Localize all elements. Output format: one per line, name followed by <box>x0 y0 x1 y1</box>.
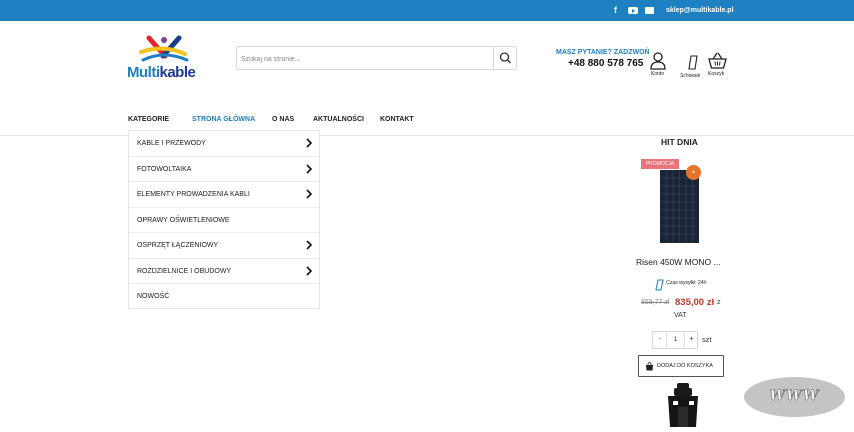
category-item-elementy[interactable]: ELEMENTY PROWADZENIA KABLI <box>129 182 319 208</box>
price-suffix: z <box>717 299 721 306</box>
new-price: 835,00 zł <box>675 297 715 308</box>
quantity-plus-button[interactable]: + <box>684 332 698 348</box>
quantity-stepper: - 1 + <box>652 331 698 349</box>
email-link[interactable]: sklep@multikable.pl <box>666 5 734 16</box>
category-item-kable[interactable]: KABLE I PRZEWODY <box>129 131 319 157</box>
quantity-unit: szt <box>702 335 712 344</box>
product-name[interactable]: Risen 450W MONO ... <box>636 257 721 267</box>
wishlist-button[interactable] <box>687 55 699 75</box>
wishlist-label: Schowek <box>680 73 701 79</box>
nav-about[interactable]: O NAS <box>272 116 294 123</box>
category-label: NOWOŚĆ <box>137 293 170 300</box>
quantity-minus-button[interactable]: - <box>653 332 667 348</box>
nav-categories[interactable]: KATEGORIE <box>128 116 169 123</box>
facebook-icon[interactable]: f <box>614 5 617 16</box>
contact-phone[interactable]: +48 880 578 765 <box>568 58 643 69</box>
chevron-right-icon <box>306 138 313 148</box>
logo-mark <box>139 35 189 62</box>
warranty-badge-icon: ★ <box>686 165 701 180</box>
search-input[interactable] <box>241 51 491 67</box>
category-item-rozdzielnice[interactable]: ROZDZIELNICE I OBUDOWY <box>129 259 319 284</box>
old-price: 859,77 zł <box>641 299 670 306</box>
user-icon <box>650 52 666 70</box>
price-vat: VAT <box>674 312 687 319</box>
category-label: KABLE I PRZEWODY <box>137 140 206 147</box>
search-icon <box>499 52 511 64</box>
category-label: OPRAWY OŚWIETLENIOWE <box>137 216 230 224</box>
nav-contact[interactable]: KONTAKT <box>380 116 414 123</box>
category-label: FOTOWOLTAIKA <box>137 165 192 173</box>
category-item-nowosc[interactable]: NOWOŚĆ <box>129 284 319 310</box>
phone-icon <box>688 55 698 70</box>
www-badge[interactable]: WWW <box>744 377 845 417</box>
site-logo[interactable]: Multikable <box>127 34 207 81</box>
chevron-right-icon <box>306 240 313 250</box>
category-item-oprawy[interactable]: OPRAWY OŚWIETLENIOWE <box>129 208 319 233</box>
hit-dnia-title: HIT DNIA <box>661 137 698 147</box>
shipping-phone-icon <box>655 279 664 291</box>
basket-icon <box>708 52 727 69</box>
chevron-right-icon <box>306 265 313 276</box>
search-box <box>236 46 517 70</box>
logo-wordmark: Multikable <box>127 64 196 81</box>
nav-news[interactable]: AKTUALNOŚCI <box>313 116 364 123</box>
bag-icon <box>646 362 653 371</box>
category-item-osprzet[interactable]: OSPRZĘT ŁĄCZENIOWY <box>129 233 319 259</box>
quantity-input[interactable]: 1 <box>667 332 684 348</box>
category-menu: KABLE I PRZEWODY FOTOWOLTAIKA ELEMENTY P… <box>128 130 320 309</box>
envelope-icon[interactable] <box>645 7 654 14</box>
add-to-cart-button[interactable]: DODAJ DO KOSZYKA <box>638 355 724 377</box>
top-bar: f sklep@multikable.pl <box>0 0 854 21</box>
chevron-right-icon <box>306 163 313 174</box>
category-label: OSPRZĘT ŁĄCZENIOWY <box>137 242 219 249</box>
account-label: Konto <box>651 71 665 77</box>
youtube-icon[interactable] <box>628 7 638 14</box>
chevron-right-icon <box>306 189 313 199</box>
category-label: ROZDZIELNICE I OBUDOWY <box>137 267 232 275</box>
cart-label: Koszyk <box>708 71 725 77</box>
category-label: ELEMENTY PROWADZENIA KABLI <box>137 191 250 198</box>
www-text: WWW <box>769 388 820 405</box>
connector-product-image <box>668 383 698 427</box>
add-to-cart-label: DODAJ DO KOSZYKA <box>657 363 713 369</box>
contact-question: MASZ PYTANIE? ZADZWOŃ <box>556 49 650 56</box>
category-item-fotowoltaika[interactable]: FOTOWOLTAIKA <box>129 157 319 182</box>
solar-panel-image <box>660 170 699 243</box>
product-image[interactable] <box>660 170 699 243</box>
product-image-2[interactable] <box>664 383 702 427</box>
search-button[interactable] <box>493 47 516 69</box>
promo-badge: PROMOCJA <box>641 159 679 169</box>
shipping-time: Czas wysyłki: 24h <box>666 280 707 286</box>
nav-home[interactable]: STRONA GŁÓWNA <box>192 116 255 123</box>
